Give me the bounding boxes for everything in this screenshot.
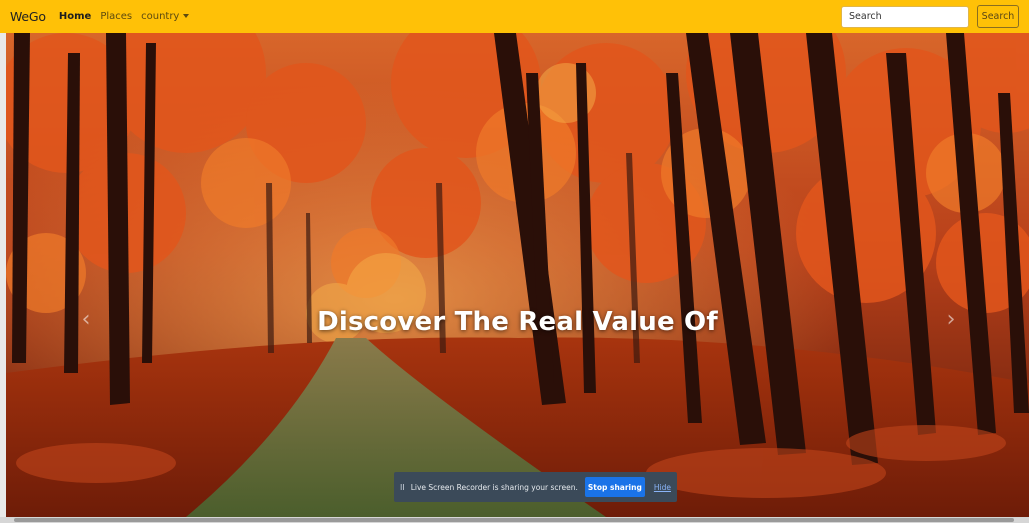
screen-share-notification: II Live Screen Recorder is sharing your …: [394, 472, 677, 502]
hero-caption: Discover The Real Value Of: [317, 307, 718, 337]
chevron-left-icon: ‹: [81, 307, 91, 332]
stop-sharing-button[interactable]: Stop sharing: [584, 477, 645, 497]
top-navbar: WeGo Home Places country Search: [0, 0, 1029, 33]
carousel-prev-button[interactable]: ‹: [71, 305, 101, 335]
chevron-right-icon: ›: [946, 307, 956, 332]
nav-places[interactable]: Places: [100, 11, 132, 22]
scrollbar-thumb[interactable]: [14, 518, 1014, 522]
pause-icon: II: [400, 482, 405, 492]
autumn-forest-image: [6, 33, 1029, 517]
nav-home[interactable]: Home: [59, 11, 91, 22]
search-form: Search: [841, 5, 1019, 28]
caret-down-icon: [183, 14, 190, 18]
hero-carousel: Discover The Real Value Of ‹ ›: [6, 33, 1029, 517]
search-button[interactable]: Search: [977, 5, 1019, 28]
nav-country-label: country: [141, 11, 180, 22]
carousel-next-button[interactable]: ›: [936, 305, 966, 335]
share-message: Live Screen Recorder is sharing your scr…: [410, 482, 578, 492]
nav-country-dropdown[interactable]: country: [141, 11, 190, 22]
brand-logo[interactable]: WeGo: [10, 9, 46, 24]
hide-link[interactable]: Hide: [654, 483, 671, 492]
search-input[interactable]: [841, 5, 969, 28]
horizontal-scrollbar[interactable]: [0, 517, 1029, 523]
